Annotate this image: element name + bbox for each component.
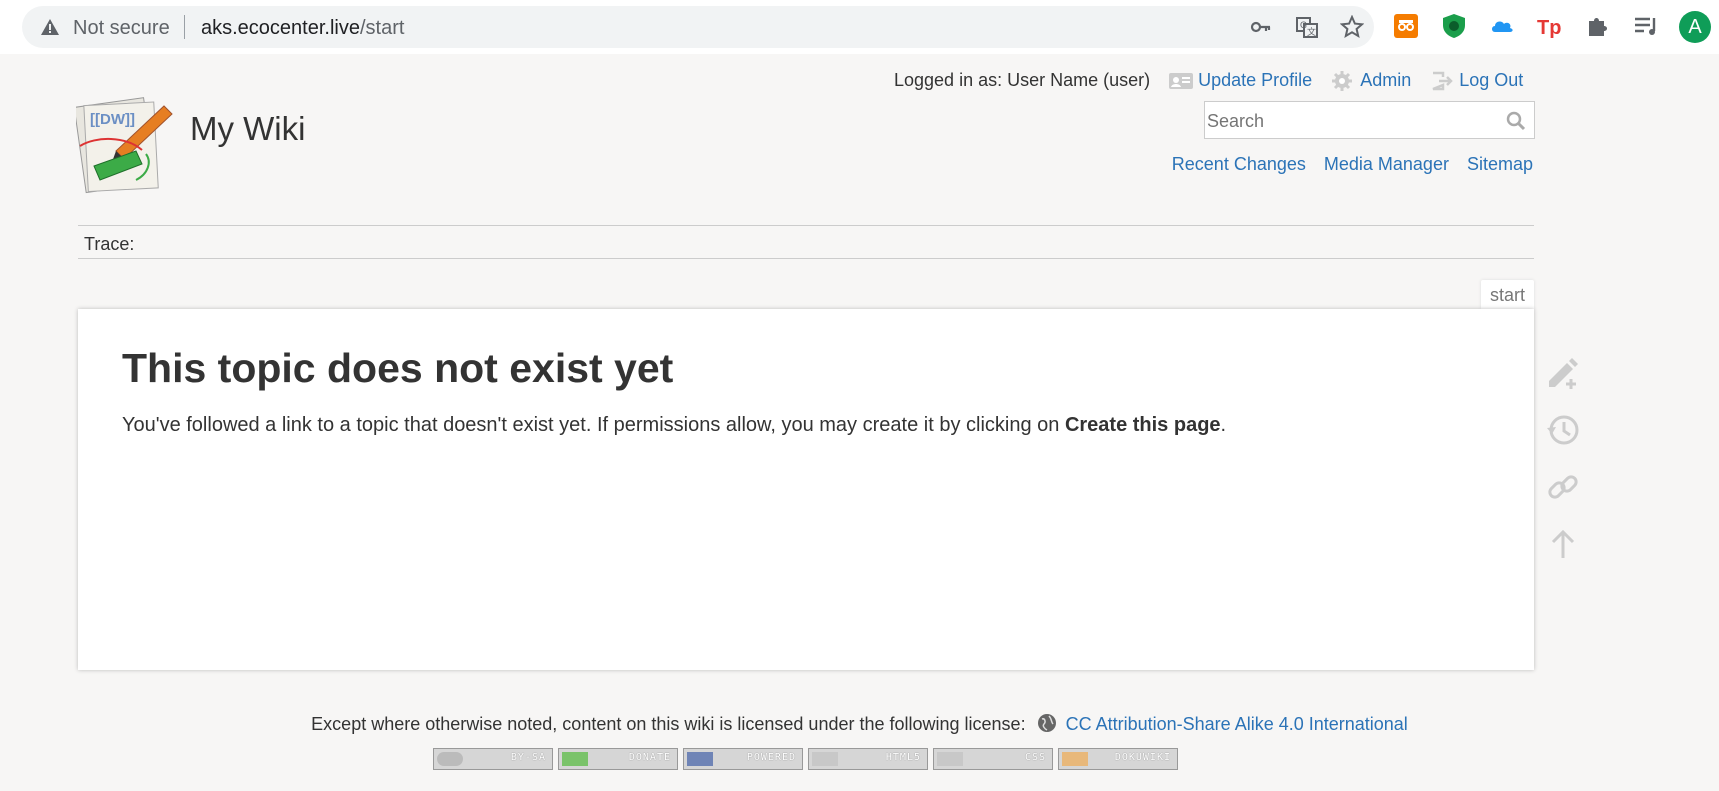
- w3c-css-icon: [937, 752, 963, 766]
- body-text: You've followed a link to a topic that d…: [122, 414, 1065, 436]
- url-text[interactable]: aks.ecocenter.live/start: [201, 17, 404, 40]
- cloud-icon[interactable]: [1488, 12, 1516, 40]
- update-profile-label: Update Profile: [1198, 70, 1313, 90]
- sitemap-link[interactable]: Sitemap: [1467, 154, 1533, 175]
- page-body: You've followed a link to a topic that d…: [122, 414, 1226, 437]
- url-path: /start: [359, 17, 405, 39]
- page-tools: [1545, 355, 1581, 583]
- w3c-icon: [812, 752, 838, 766]
- breadcrumb-trace: Trace:: [78, 225, 1534, 259]
- footer-badges: BY-SA DONATE POWERED HTML5 CSS DOKUWIKI: [433, 748, 1183, 770]
- donate-badge[interactable]: DONATE: [558, 748, 678, 770]
- php-powered-badge[interactable]: POWERED: [683, 748, 803, 770]
- log-out-label: Log Out: [1459, 70, 1524, 90]
- create-page-icon[interactable]: [1545, 355, 1581, 391]
- svg-text:G: G: [1300, 20, 1307, 30]
- url-host: aks.ecocenter.live: [201, 17, 360, 39]
- dokuwiki-badge[interactable]: DOKUWIKI: [1058, 748, 1178, 770]
- search-icon[interactable]: [1506, 111, 1526, 131]
- profile-card-icon: [1169, 72, 1194, 89]
- dokuwiki-mini-icon: [1062, 752, 1088, 766]
- star-icon[interactable]: [1340, 15, 1364, 39]
- shield-extension-icon[interactable]: [1440, 12, 1468, 40]
- site-tools: Recent Changes Media Manager Sitemap: [1154, 154, 1533, 175]
- profile-avatar[interactable]: A: [1679, 11, 1711, 43]
- backlinks-icon[interactable]: [1545, 469, 1581, 505]
- translate-icon[interactable]: G文: [1295, 15, 1319, 39]
- search-input[interactable]: [1207, 111, 1497, 132]
- tp-extension-icon[interactable]: Tp: [1536, 12, 1564, 40]
- puzzle-icon[interactable]: [1584, 12, 1612, 40]
- admin-label: Admin: [1360, 70, 1412, 90]
- w3c-css-badge[interactable]: CSS: [933, 748, 1053, 770]
- body-suffix: .: [1220, 414, 1227, 436]
- divider: [184, 15, 185, 39]
- log-out-link[interactable]: Log Out: [1429, 70, 1523, 91]
- media-manager-link[interactable]: Media Manager: [1324, 154, 1449, 175]
- recent-changes-link[interactable]: Recent Changes: [1172, 154, 1306, 175]
- search-box[interactable]: [1204, 101, 1535, 139]
- page-content: This topic does not exist yet You've fol…: [78, 309, 1534, 670]
- create-page-emphasis: Create this page: [1064, 414, 1221, 436]
- warning-icon[interactable]: [40, 17, 60, 37]
- license-link[interactable]: CC Attribution-Share Alike 4.0 Internati…: [1066, 714, 1408, 734]
- cc-icon: [437, 752, 463, 766]
- extension-orange-icon[interactable]: [1392, 12, 1420, 40]
- php-icon: [687, 752, 713, 766]
- reading-list-icon[interactable]: [1632, 12, 1660, 40]
- key-icon[interactable]: [1249, 15, 1273, 39]
- security-label[interactable]: Not secure: [73, 17, 170, 40]
- site-title[interactable]: My Wiki: [190, 110, 305, 148]
- svg-text:文: 文: [1307, 26, 1316, 37]
- logout-icon: [1432, 71, 1454, 90]
- dollar-icon: [562, 752, 588, 766]
- cc-by-sa-badge[interactable]: BY-SA: [433, 748, 553, 770]
- back-to-top-icon[interactable]: [1545, 526, 1581, 562]
- update-profile-link[interactable]: Update Profile: [1168, 70, 1312, 91]
- trace-label: Trace:: [84, 234, 135, 254]
- page-title: This topic does not exist yet: [122, 345, 674, 391]
- w3c-html5-badge[interactable]: HTML5: [808, 748, 928, 770]
- globe-icon: [1037, 714, 1056, 732]
- admin-link[interactable]: Admin: [1330, 70, 1411, 91]
- license-notice: Except where otherwise noted, content on…: [0, 713, 1719, 735]
- svg-text:[[DW]]: [[DW]]: [90, 111, 135, 128]
- address-bar[interactable]: Not secure aks.ecocenter.live/start G文: [22, 6, 1374, 48]
- gear-icon: [1332, 70, 1353, 91]
- dokuwiki-logo[interactable]: [[DW]]: [76, 96, 176, 196]
- license-text: Except where otherwise noted, content on…: [311, 714, 1026, 734]
- logged-in-text: Logged in as: User Name (user): [894, 70, 1151, 90]
- page-id-tab[interactable]: start: [1481, 280, 1534, 310]
- user-tools: Logged in as: User Name (user) Update Pr…: [894, 70, 1523, 91]
- browser-toolbar: Not secure aks.ecocenter.live/start G文 T…: [0, 0, 1719, 54]
- history-icon[interactable]: [1545, 412, 1581, 448]
- svg-text:Tp: Tp: [1537, 17, 1561, 39]
